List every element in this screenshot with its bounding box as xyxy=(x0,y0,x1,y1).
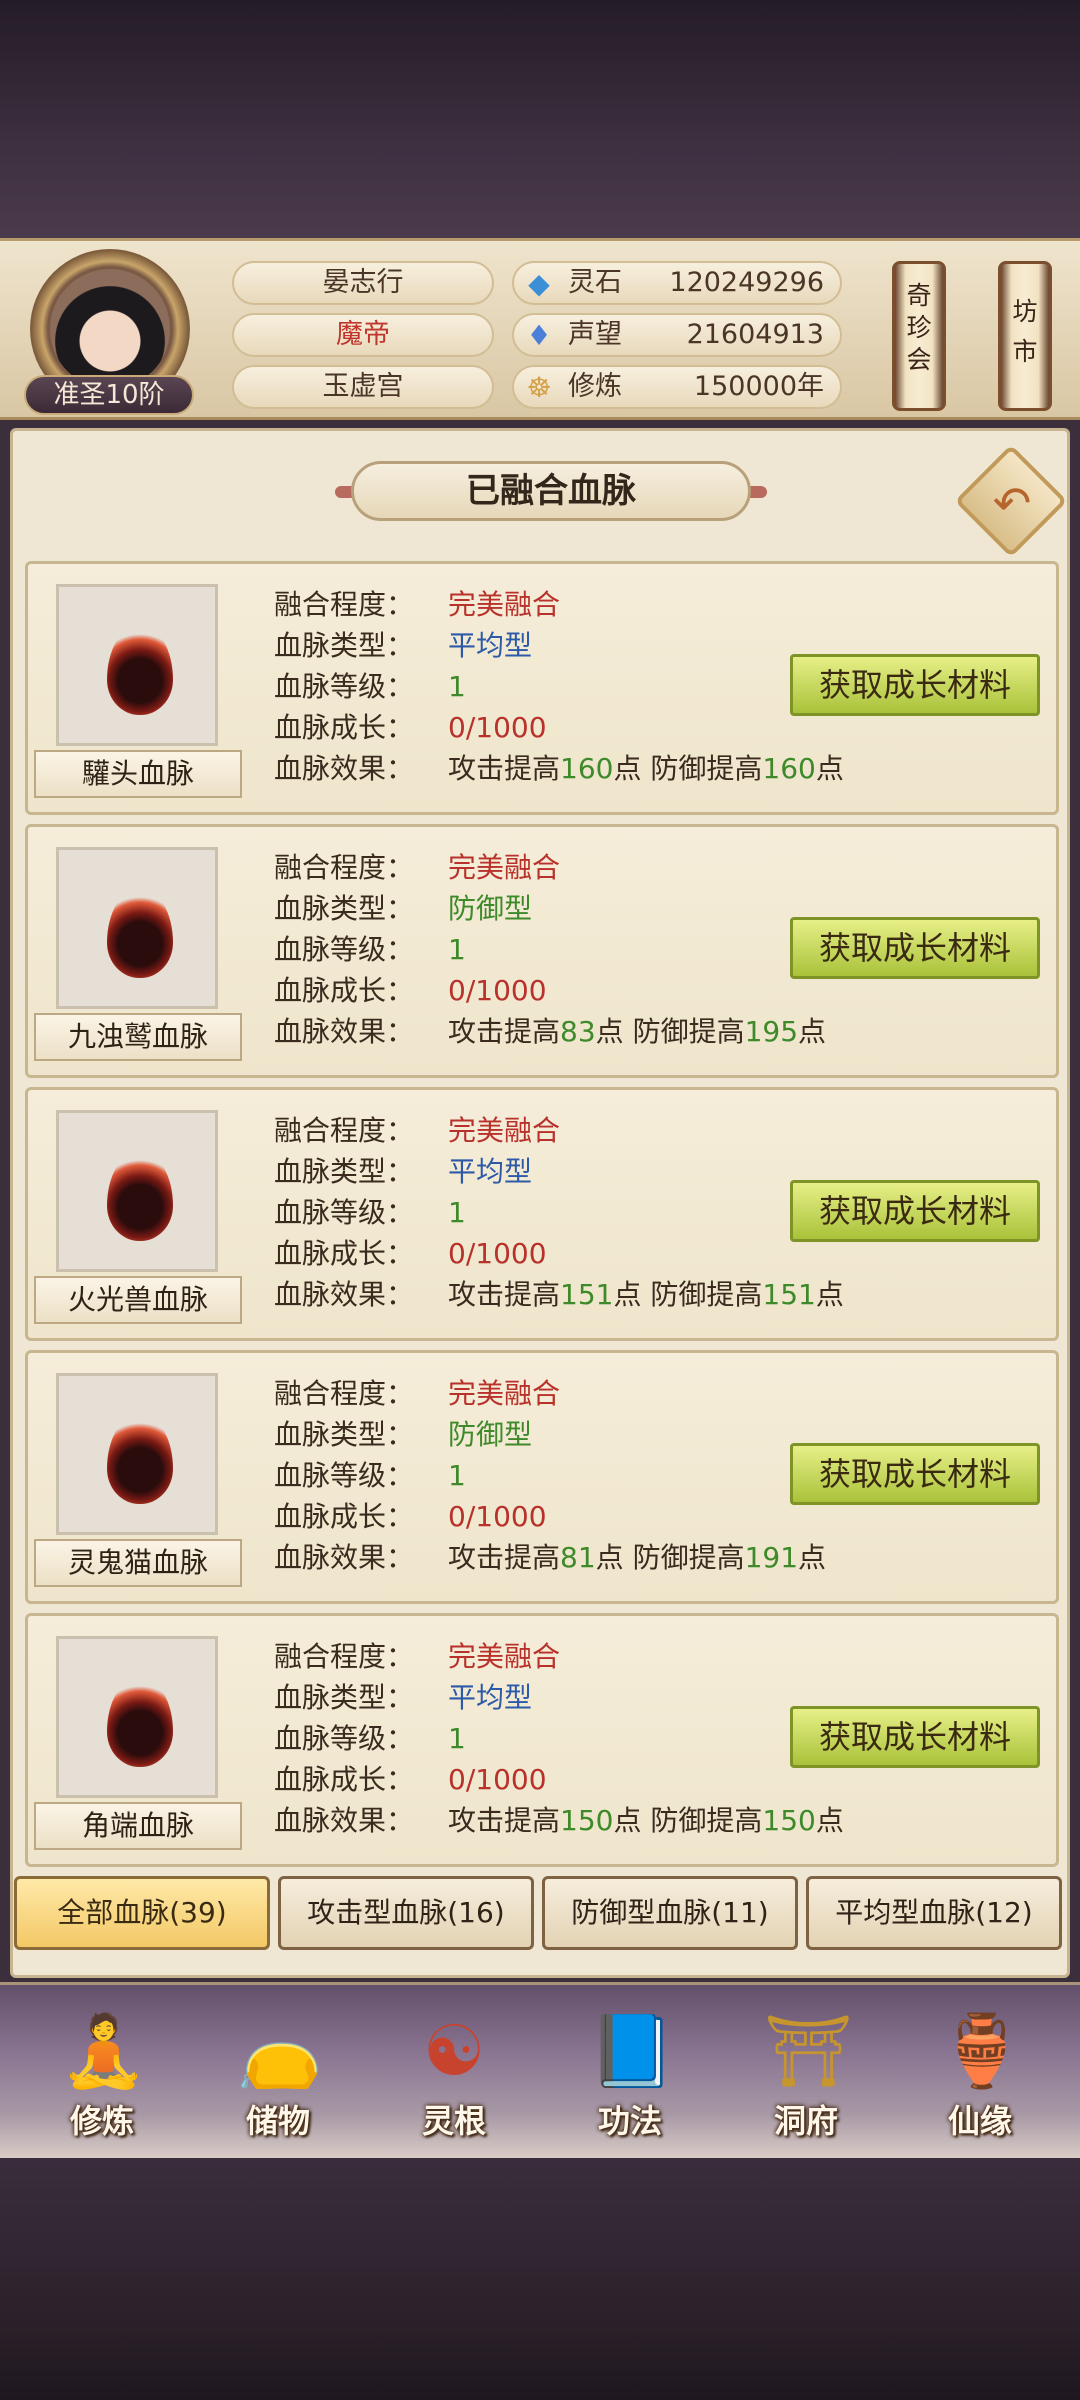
fusion-value: 完美融合 xyxy=(448,1640,561,1673)
nav-technique[interactable]: 📘 功法 xyxy=(570,1995,690,2155)
back-arrow-icon: ↶ xyxy=(992,476,1032,530)
get-growth-material-button[interactable]: 获取成长材料 xyxy=(790,1180,1040,1242)
spirit-root-icon: ☯ xyxy=(422,2010,486,2092)
type-value: 平均型 xyxy=(448,1681,533,1714)
attack-value: 83 xyxy=(560,1015,596,1048)
market-button[interactable]: 坊 市 xyxy=(998,261,1052,411)
prestige-resource: ♦ 声望 21604913 xyxy=(512,313,842,357)
avatar-portrait xyxy=(50,269,170,389)
bloodline-name: 火光兽血脉 xyxy=(34,1276,242,1324)
bottom-nav: 🧘 修炼 👝 储物 ☯ 灵根 📘 功法 ⛩ 洞府 🏺 仙缘 xyxy=(0,1982,1080,2158)
bloodline-info: 融合程度： 完美融合 血脉类型： 平均型 血脉等级： 1 血脉成长： 0/1000 血脉… xyxy=(274,588,844,785)
defense-value: 150 xyxy=(762,1804,816,1837)
technique-book-icon: 📘 xyxy=(588,2010,676,2092)
nav-storage[interactable]: 👝 储物 xyxy=(218,1995,338,2155)
blood-drop-icon xyxy=(107,1414,173,1504)
growth-value: 0/1000 xyxy=(448,1237,547,1270)
fusion-value: 完美融合 xyxy=(448,851,561,884)
filter-tabs: 全部血脉(39) 攻击型血脉(16) 防御型血脉(11) 平均型血脉(12) xyxy=(14,1876,1066,1950)
player-header: 准圣10阶 晏志行 魔帝 玉虚宫 ◆ 灵石 120249296 ♦ 声望 216… xyxy=(0,238,1080,420)
blood-drop-icon xyxy=(107,888,173,978)
player-sect: 玉虚宫 xyxy=(232,365,494,409)
tab-attack-bloodlines[interactable]: 攻击型血脉(16) xyxy=(278,1876,534,1950)
spirit-stone-resource: ◆ 灵石 120249296 xyxy=(512,261,842,305)
treasure-fair-button[interactable]: 奇 珍 会 xyxy=(892,261,946,411)
bloodline-panel: 已融合血脉 ↶ 驩头血脉 融合程度： 完美融合 血脉类型： 平均型 血脉等级： 1 血… xyxy=(10,428,1070,1978)
get-growth-material-button[interactable]: 获取成长材料 xyxy=(790,1706,1040,1768)
nav-cave-dwelling[interactable]: ⛩ 洞府 xyxy=(746,1995,866,2155)
attack-value: 81 xyxy=(560,1541,596,1574)
bloodline-card: 灵鬼猫血脉 融合程度： 完美融合 血脉类型： 防御型 血脉等级： 1 血脉成长： 0/1… xyxy=(25,1350,1059,1604)
nav-spirit-root[interactable]: ☯ 灵根 xyxy=(394,1995,514,2155)
storage-bag-icon: 👝 xyxy=(236,2010,324,2092)
bloodline-thumbnail[interactable] xyxy=(56,847,218,1009)
bloodline-name: 灵鬼猫血脉 xyxy=(34,1539,242,1587)
tab-defense-bloodlines[interactable]: 防御型血脉(11) xyxy=(542,1876,798,1950)
defense-value: 191 xyxy=(744,1541,799,1574)
fusion-value: 完美融合 xyxy=(448,588,561,621)
nav-cultivate[interactable]: 🧘 修炼 xyxy=(42,1995,162,2155)
level-value: 1 xyxy=(448,670,466,703)
bloodline-name: 驩头血脉 xyxy=(34,750,242,798)
bloodline-card: 火光兽血脉 融合程度： 完美融合 血脉类型： 平均型 血脉等级： 1 血脉成长： 0/1… xyxy=(25,1087,1059,1341)
attack-value: 151 xyxy=(560,1278,614,1311)
bloodline-info: 融合程度： 完美融合 血脉类型： 平均型 血脉等级： 1 血脉成长： 0/1000 血脉… xyxy=(274,1640,844,1837)
get-growth-material-button[interactable]: 获取成长材料 xyxy=(790,1443,1040,1505)
defense-value: 160 xyxy=(762,752,816,785)
level-value: 1 xyxy=(448,933,466,966)
meditate-icon: 🧘 xyxy=(60,2010,148,2092)
level-value: 1 xyxy=(448,1722,466,1755)
player-title: 魔帝 xyxy=(232,313,494,357)
attack-value: 160 xyxy=(560,752,614,785)
bloodline-thumbnail[interactable] xyxy=(56,1110,218,1272)
attack-value: 150 xyxy=(560,1804,614,1837)
bottom-backdrop xyxy=(0,2158,1080,2400)
cultivation-icon: ☸ xyxy=(526,371,552,404)
bloodline-info: 融合程度： 完美融合 血脉类型： 防御型 血脉等级： 1 血脉成长： 0/1000 血脉… xyxy=(274,1377,827,1574)
bloodline-card: 驩头血脉 融合程度： 完美融合 血脉类型： 平均型 血脉等级： 1 血脉成长： 0/10… xyxy=(25,561,1059,815)
growth-value: 0/1000 xyxy=(448,1500,547,1533)
top-backdrop xyxy=(0,0,1080,238)
type-value: 平均型 xyxy=(448,1155,533,1188)
player-name: 晏志行 xyxy=(232,261,494,305)
type-value: 防御型 xyxy=(448,1418,533,1451)
rank-badge: 准圣10阶 xyxy=(24,375,194,415)
bloodline-thumbnail[interactable] xyxy=(56,584,218,746)
growth-value: 0/1000 xyxy=(448,974,547,1007)
blood-drop-icon xyxy=(107,1151,173,1241)
get-growth-material-button[interactable]: 获取成长材料 xyxy=(790,654,1040,716)
growth-value: 0/1000 xyxy=(448,1763,547,1796)
bloodline-info: 融合程度： 完美融合 血脉类型： 平均型 血脉等级： 1 血脉成长： 0/1000 血脉… xyxy=(274,1114,844,1311)
nav-immortal-fate[interactable]: 🏺 仙缘 xyxy=(920,1995,1040,2155)
panel-title: 已融合血脉 xyxy=(351,461,751,521)
blood-drop-icon xyxy=(107,1677,173,1767)
type-value: 防御型 xyxy=(448,892,533,925)
bloodline-name: 角端血脉 xyxy=(34,1802,242,1850)
spirit-stone-icon: ◆ xyxy=(528,267,550,300)
type-value: 平均型 xyxy=(448,629,533,662)
growth-value: 0/1000 xyxy=(448,711,547,744)
bloodline-thumbnail[interactable] xyxy=(56,1373,218,1535)
bloodline-card: 九浊鹫血脉 融合程度： 完美融合 血脉类型： 防御型 血脉等级： 1 血脉成长： 0/1… xyxy=(25,824,1059,1078)
bloodline-thumbnail[interactable] xyxy=(56,1636,218,1798)
defense-value: 195 xyxy=(744,1015,799,1048)
defense-value: 151 xyxy=(762,1278,816,1311)
level-value: 1 xyxy=(448,1196,466,1229)
tab-balanced-bloodlines[interactable]: 平均型血脉(12) xyxy=(806,1876,1062,1950)
fusion-value: 完美融合 xyxy=(448,1377,561,1410)
bloodline-name: 九浊鹫血脉 xyxy=(34,1013,242,1061)
bloodline-info: 融合程度： 完美融合 血脉类型： 防御型 血脉等级： 1 血脉成长： 0/1000 血脉… xyxy=(274,851,827,1048)
blood-drop-icon xyxy=(107,625,173,715)
immortal-fate-icon: 🏺 xyxy=(938,2010,1026,2092)
bloodline-card: 角端血脉 融合程度： 完美融合 血脉类型： 平均型 血脉等级： 1 血脉成长： 0/10… xyxy=(25,1613,1059,1867)
prestige-icon: ♦ xyxy=(526,319,552,352)
level-value: 1 xyxy=(448,1459,466,1492)
get-growth-material-button[interactable]: 获取成长材料 xyxy=(790,917,1040,979)
cave-dwelling-icon: ⛩ xyxy=(764,2010,853,2092)
fusion-value: 完美融合 xyxy=(448,1114,561,1147)
cultivation-resource: ☸ 修炼 150000年 xyxy=(512,365,842,409)
tab-all-bloodlines[interactable]: 全部血脉(39) xyxy=(14,1876,270,1950)
